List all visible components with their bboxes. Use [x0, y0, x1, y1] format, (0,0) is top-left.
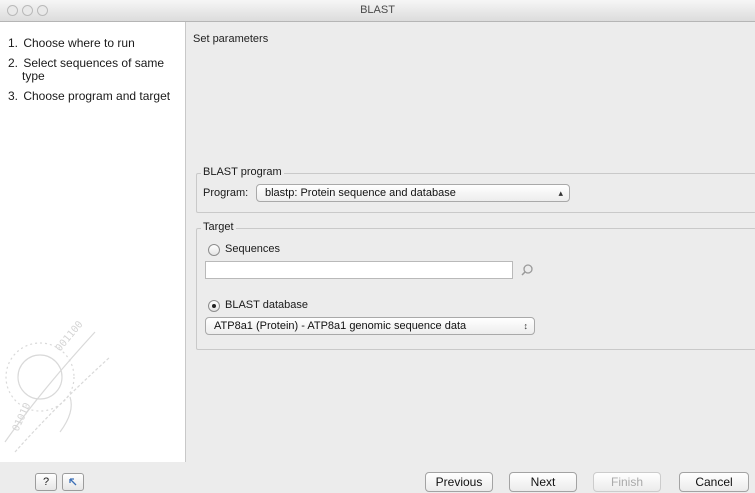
- step-label: Choose where to run: [23, 36, 135, 50]
- blast-database-select[interactable]: ATP8a1 (Protein) - ATP8a1 genomic sequen…: [205, 317, 535, 335]
- steps-panel: 1. Choose where to run 2. Select sequenc…: [0, 22, 186, 462]
- blast-program-legend: BLAST program: [201, 166, 284, 178]
- help-icon: ?: [42, 476, 50, 488]
- footer-bar: ? Previous Next Finish Cancel: [0, 462, 755, 492]
- step-label: Select sequences of same: [23, 56, 165, 70]
- page-title: Set parameters: [193, 33, 269, 45]
- restore-defaults-icon: [69, 478, 77, 486]
- target-group: Target Sequences BLAST database ATP8a1 (…: [196, 221, 755, 350]
- sequences-label: Sequences: [225, 243, 281, 255]
- target-legend: Target: [201, 221, 236, 233]
- select-arrows-icon: ▴: [558, 188, 563, 198]
- restore-defaults-button[interactable]: [62, 473, 84, 491]
- window-title: BLAST: [360, 4, 395, 16]
- next-button[interactable]: Next: [509, 472, 577, 492]
- program-label: Program:: [203, 187, 249, 199]
- blast-database-radio[interactable]: [208, 300, 220, 312]
- step-label-continued: type: [22, 69, 45, 83]
- svg-text:001100: 001100: [54, 319, 86, 354]
- sequences-field[interactable]: [205, 261, 513, 279]
- blast-database-label: BLAST database: [225, 299, 308, 311]
- title-bar: BLAST: [0, 0, 755, 22]
- browse-icon[interactable]: [520, 263, 536, 277]
- blast-program-group: BLAST program Program: blastp: Protein s…: [196, 166, 755, 213]
- help-button[interactable]: ?: [35, 473, 57, 491]
- select-arrows-icon: ↕: [523, 321, 529, 331]
- step-choose-where-to-run: 1. Choose where to run: [8, 36, 135, 50]
- watermark-logo: 001100 01010: [4, 319, 111, 453]
- svg-text:01010: 01010: [11, 401, 34, 433]
- program-select[interactable]: blastp: Protein sequence and database ▴: [256, 184, 570, 202]
- previous-button[interactable]: Previous: [425, 472, 493, 492]
- step-select-sequences: 2. Select sequences of same type: [8, 57, 183, 83]
- step-label: Choose program and target: [23, 89, 171, 103]
- sequences-radio[interactable]: [208, 244, 220, 256]
- step-choose-program-and-target: 3. Choose program and target: [8, 89, 171, 103]
- cancel-button[interactable]: Cancel: [679, 472, 749, 492]
- finish-button[interactable]: Finish: [593, 472, 661, 492]
